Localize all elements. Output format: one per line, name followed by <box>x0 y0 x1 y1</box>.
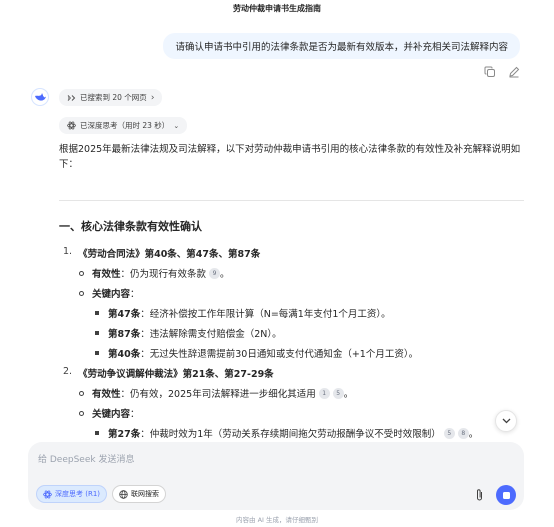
message-actions <box>484 63 520 78</box>
list-number: 2. <box>63 366 73 377</box>
deep-think-label: 已深度思考（用时 23 秒） <box>80 121 170 130</box>
deep-think-toggle[interactable]: 深度思考 (R1) <box>36 485 108 503</box>
bullet <box>95 311 99 315</box>
atom-icon <box>43 490 52 498</box>
deep-think-chip[interactable]: 已深度思考（用时 23 秒） ⌄ <box>59 117 188 134</box>
globe-icon <box>119 489 128 499</box>
citation-badge[interactable]: 1 <box>318 387 330 399</box>
stop-button[interactable] <box>496 485 516 505</box>
bullet <box>95 331 99 335</box>
article-text: ：违法解除需支付赔偿金（2N）。 <box>140 329 282 340</box>
citation-badge[interactable]: 9 <box>209 267 221 279</box>
list-item: 有效性 ：仍有效，2025年司法解释进一步细化其适用 1 5 。 <box>79 386 353 400</box>
stop-icon <box>502 491 510 499</box>
section-heading: 一、核心法律条款有效性确认 <box>59 220 202 233</box>
validity-text: ：仍有效，2025年司法解释进一步细化其适用 <box>120 389 316 400</box>
validity-label: 有效性 <box>92 389 121 400</box>
page-title: 劳动仲裁申请书生成指南 <box>233 4 321 13</box>
search-results-label: 已搜索到 20 个网页 <box>80 93 147 102</box>
law-title: 《劳动合同法》第40条、第47条、第87条 <box>78 249 261 260</box>
search-results-icon <box>67 94 76 101</box>
atom-icon <box>67 121 76 130</box>
article-text: ：经济补偿按工作年限计算（N=每满1年支付1个月工资）。 <box>140 309 391 320</box>
key-content-label: 关键内容 <box>92 289 131 300</box>
bullet <box>79 390 84 396</box>
list-item: 第47条 ：经济补偿按工作年限计算（N=每满1年支付1个月工资）。 <box>95 306 391 320</box>
deep-think-toggle-label: 深度思考 (R1) <box>55 490 101 498</box>
answer-intro: 根据2025年最新法律法规及司法解释，以下对劳动仲裁申请书引用的核心法律条款的有… <box>59 144 521 170</box>
web-search-toggle-label: 联网搜索 <box>131 490 159 498</box>
list-item: 2. 《劳动争议调解仲裁法》第21条、第27-29条 <box>63 366 274 380</box>
citation-badge[interactable]: 5 <box>332 387 344 399</box>
article-label: 第47条 <box>108 309 141 320</box>
citation-badge[interactable]: 5 <box>443 427 455 439</box>
chat-input-box[interactable]: 给 DeepSeek 发送消息 深度思考 (R1) 联网搜索 <box>28 442 524 510</box>
user-message: 请确认申请书中引用的法律条款是否为最新有效版本，并补充相关司法解释内容 <box>163 33 520 59</box>
list-item: 第40条 ：无过失性辞退需提前30日通知或支付代通知金（+1个月工资）。 <box>95 346 418 360</box>
list-number: 1. <box>63 246 73 257</box>
validity-label: 有效性 <box>92 269 121 280</box>
bullet <box>95 351 99 355</box>
edit-icon[interactable] <box>508 63 520 78</box>
list-item: 1. 《劳动合同法》第40条、第47条、第87条 <box>63 246 260 260</box>
search-results-chip[interactable]: 已搜索到 20 个网页 › <box>59 89 163 106</box>
disclaimer: 内容由 AI 生成，请仔细甄别 <box>236 516 318 524</box>
list-item: 关键内容 ： <box>79 286 140 300</box>
article-label: 第27条 <box>108 429 141 440</box>
chevron-down-icon: ⌄ <box>173 121 180 130</box>
bullet <box>95 431 99 435</box>
attach-button[interactable] <box>472 487 486 503</box>
list-item: 第27条 ：仲裁时效为1年（劳动关系存续期间拖欠劳动报酬争议不受时效限制） 5 … <box>95 426 478 440</box>
deepseek-avatar <box>31 88 49 106</box>
bullet <box>79 270 84 276</box>
citation-badge[interactable]: 8 <box>457 427 469 439</box>
article-label: 第87条 <box>108 329 141 340</box>
list-item: 第87条 ：违法解除需支付赔偿金（2N）。 <box>95 326 282 340</box>
bullet <box>79 410 84 416</box>
article-text: ：仲裁时效为1年（劳动关系存续期间拖欠劳动报酬争议不受时效限制） <box>140 429 441 440</box>
web-search-toggle[interactable]: 联网搜索 <box>112 485 166 503</box>
article-label: 第40条 <box>108 349 141 360</box>
law-title: 《劳动争议调解仲裁法》第21条、第27-29条 <box>78 369 274 380</box>
chevron-right-icon: › <box>150 92 155 103</box>
paperclip-icon <box>476 489 482 501</box>
list-item: 关键内容 ： <box>79 406 140 420</box>
message-input[interactable]: 给 DeepSeek 发送消息 <box>38 452 134 465</box>
copy-icon[interactable] <box>484 63 496 77</box>
validity-text: ：仍为现行有效条款 <box>120 269 207 280</box>
list-item: 有效性 ：仍为现行有效条款 9 。 <box>79 266 230 280</box>
article-text: ：无过失性辞退需提前30日通知或支付代通知金（+1个月工资）。 <box>140 349 419 360</box>
divider <box>59 200 524 201</box>
whale-logo-icon <box>34 93 46 101</box>
bullet <box>79 290 84 296</box>
key-content-label: 关键内容 <box>92 409 131 420</box>
scroll-to-bottom-button[interactable] <box>495 410 517 432</box>
chevron-down-icon <box>502 418 510 424</box>
